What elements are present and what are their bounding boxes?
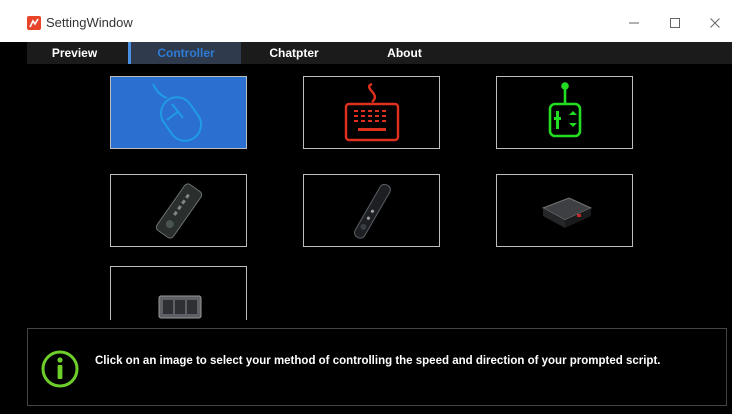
setting-window: SettingWindow Preview Controller Chatpte… xyxy=(0,0,732,414)
controller-tile-pedal[interactable] xyxy=(110,266,247,320)
tab-chapter[interactable]: Chatpter xyxy=(249,42,339,64)
joystick-icon xyxy=(548,81,581,137)
close-button[interactable] xyxy=(698,10,732,36)
title-bar: SettingWindow xyxy=(0,0,732,42)
mouse-icon xyxy=(151,83,202,142)
foot-pedal-icon xyxy=(158,295,201,319)
minimize-button[interactable] xyxy=(617,10,651,36)
window-title: SettingWindow xyxy=(46,15,133,30)
slim-remote-icon xyxy=(353,183,391,239)
controller-grid xyxy=(27,64,732,320)
controller-tile-joystick[interactable] xyxy=(496,76,633,149)
app-icon xyxy=(27,16,41,30)
info-bar: Click on an image to select your method … xyxy=(27,328,727,406)
info-message: Click on an image to select your method … xyxy=(95,355,661,367)
controller-box-icon xyxy=(541,196,592,228)
tab-controller[interactable]: Controller xyxy=(128,42,241,64)
keyboard-icon xyxy=(344,82,399,141)
controller-tile-remote[interactable] xyxy=(110,174,247,247)
controller-tile-mouse[interactable] xyxy=(110,76,247,149)
controller-tile-slim-remote[interactable] xyxy=(303,174,440,247)
info-icon xyxy=(41,350,79,388)
maximize-button[interactable] xyxy=(658,10,692,36)
remote-control-icon xyxy=(155,182,202,239)
close-icon xyxy=(710,18,720,28)
tab-preview[interactable]: Preview xyxy=(27,42,122,64)
tab-about[interactable]: About xyxy=(362,42,447,64)
tab-bar: Preview Controller Chatpter About xyxy=(27,42,732,64)
controller-tile-box[interactable] xyxy=(496,174,633,247)
controller-tile-keyboard[interactable] xyxy=(303,76,440,149)
maximize-icon xyxy=(670,18,680,28)
minimize-icon xyxy=(629,22,639,24)
